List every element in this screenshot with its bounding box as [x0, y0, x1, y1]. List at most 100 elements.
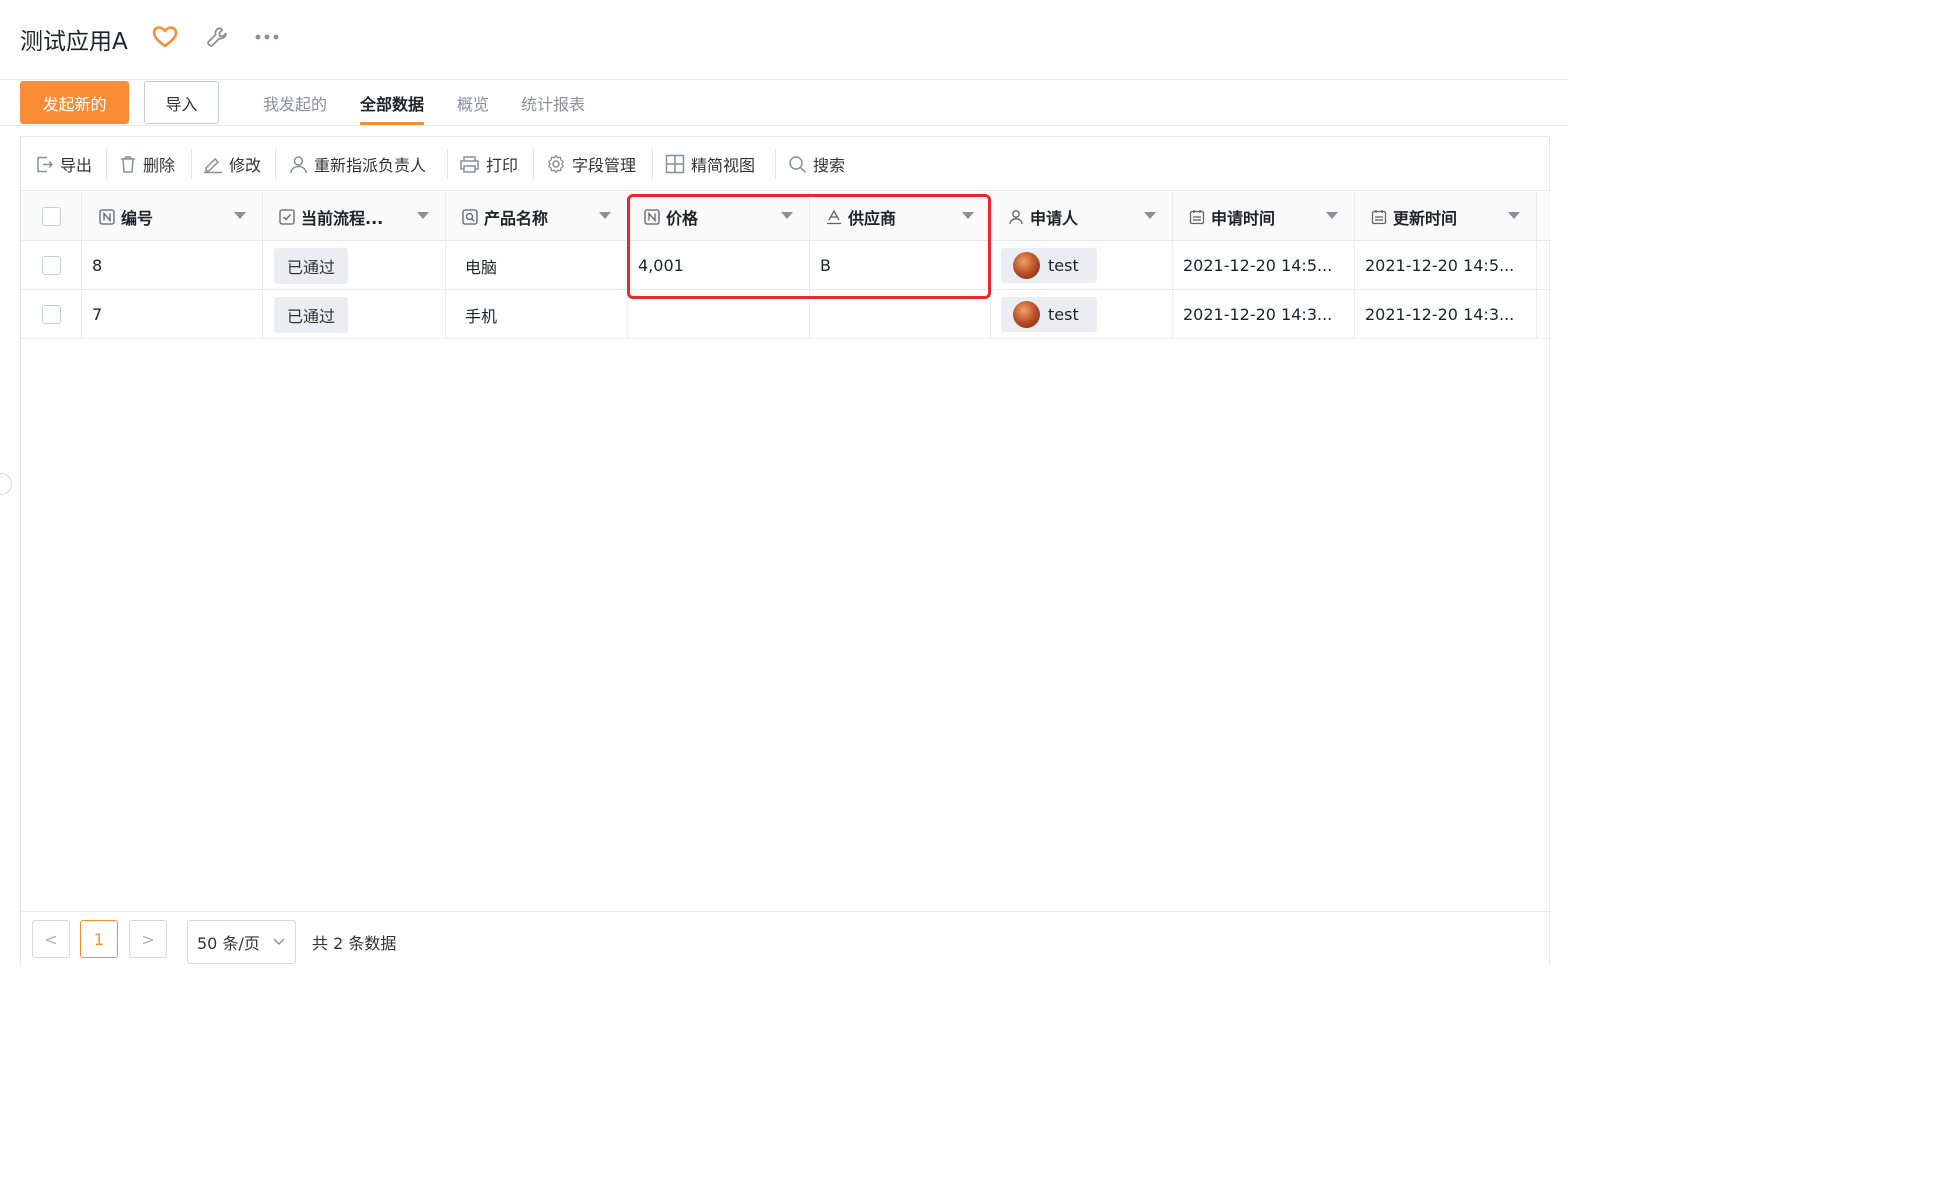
- sidebar-collapse-handle[interactable]: [0, 473, 12, 495]
- number-field-icon: [99, 208, 115, 225]
- cell-updated-at: 2021-12-20 14:5...: [1355, 241, 1537, 290]
- column-menu-icon[interactable]: [962, 212, 974, 219]
- toolbar: 导出 删除 修改 重新指派负责人 打印 字段管理 精简视图 搜索: [21, 137, 1551, 191]
- column-menu-icon[interactable]: [417, 212, 429, 219]
- gear-icon: [548, 154, 564, 174]
- data-panel: 导出 删除 修改 重新指派负责人 打印 字段管理 精简视图 搜索 编号 当前流程…: [20, 136, 1551, 965]
- action-bar: 发起新的 导入 我发起的 全部数据 概览 统计报表: [0, 80, 1568, 126]
- heart-icon[interactable]: [151, 23, 179, 51]
- column-menu-icon[interactable]: [1508, 212, 1520, 219]
- toolbar-divider: [106, 149, 107, 179]
- printer-icon: [460, 155, 479, 173]
- calendar-icon: [1189, 209, 1205, 224]
- column-menu-icon[interactable]: [1326, 212, 1338, 219]
- prev-page-button[interactable]: <: [32, 920, 70, 958]
- cell-applicant: test: [991, 290, 1173, 339]
- create-new-button[interactable]: 发起新的: [20, 81, 129, 124]
- cell-id: 7: [82, 290, 263, 339]
- cell-product: 手机: [446, 290, 628, 339]
- export-icon: [37, 156, 54, 172]
- cell-status: 已通过: [263, 290, 446, 339]
- number-field-icon: [644, 208, 660, 225]
- person-field-icon: [1009, 209, 1023, 224]
- tab-overview[interactable]: 概览: [457, 91, 489, 125]
- field-manage-label: 字段管理: [572, 156, 637, 175]
- row-select-cell: [21, 241, 82, 290]
- column-menu-icon[interactable]: [234, 212, 246, 219]
- cell-supplier: B: [810, 241, 991, 290]
- column-menu-icon[interactable]: [599, 212, 611, 219]
- column-header-applicant[interactable]: 申请人: [991, 192, 1173, 241]
- column-menu-icon[interactable]: [1144, 212, 1156, 219]
- search-label: 搜索: [813, 156, 846, 175]
- cell-applicant: test: [991, 241, 1173, 290]
- column-header-price[interactable]: 价格: [628, 192, 810, 241]
- search-icon: [789, 155, 807, 173]
- table-row[interactable]: 8 已通过 电脑 4,001 B test 2021-12-20 14:5...…: [21, 241, 1551, 290]
- toolbar-divider: [775, 149, 776, 179]
- user-chip[interactable]: test: [1001, 297, 1097, 332]
- trash-icon: [121, 155, 135, 173]
- delete-label: 删除: [143, 156, 176, 175]
- column-menu-icon[interactable]: [781, 212, 793, 219]
- cell-id: 8: [82, 241, 263, 290]
- cell-updated-at: 2021-12-20 14:3...: [1355, 290, 1537, 339]
- cell-applied-at: 2021-12-20 14:3...: [1173, 290, 1355, 339]
- calendar-icon: [1371, 209, 1387, 224]
- table-row[interactable]: 7 已通过 手机 test 2021-12-20 14:3... 2021-12…: [21, 290, 1551, 339]
- total-count: 共 2 条数据: [312, 934, 397, 953]
- column-header-product[interactable]: 产品名称: [446, 192, 628, 241]
- field-manage-button[interactable]: 字段管理: [546, 151, 636, 177]
- print-label: 打印: [486, 156, 519, 175]
- avatar: [1013, 301, 1040, 328]
- delete-button[interactable]: 删除: [119, 151, 175, 177]
- row-checkbox[interactable]: [41, 256, 61, 275]
- select-all-checkbox[interactable]: [41, 207, 61, 226]
- compact-view-label: 精简视图: [691, 156, 756, 175]
- grid-icon: [665, 154, 685, 174]
- status-badge: 已通过: [274, 296, 349, 333]
- toolbar-divider: [652, 149, 653, 179]
- column-header-status[interactable]: 当前流程...: [263, 192, 446, 241]
- column-header-applied-at[interactable]: 申请时间: [1173, 192, 1355, 241]
- avatar: [1013, 252, 1040, 279]
- user-chip[interactable]: test: [1001, 248, 1097, 283]
- text-field-icon: [827, 209, 841, 224]
- column-header-updated-at[interactable]: 更新时间: [1355, 192, 1537, 241]
- reassign-label: 重新指派负责人: [314, 156, 427, 175]
- page-number-button[interactable]: 1: [80, 920, 118, 958]
- cell-price: 4,001: [628, 241, 810, 290]
- cell-applied-at: 2021-12-20 14:5...: [1173, 241, 1355, 290]
- toolbar-divider: [447, 149, 448, 179]
- row-checkbox[interactable]: [41, 305, 61, 324]
- page-size-select[interactable]: 50 条/页: [187, 920, 296, 964]
- toolbar-divider: [533, 149, 534, 179]
- export-button[interactable]: 导出: [35, 151, 92, 177]
- compact-view-button[interactable]: 精简视图: [665, 151, 755, 177]
- edit-icon: [204, 157, 222, 173]
- more-icon[interactable]: [253, 23, 281, 51]
- cell-price: [628, 290, 810, 339]
- column-header-supplier[interactable]: 供应商: [810, 192, 991, 241]
- edit-button[interactable]: 修改: [203, 151, 261, 177]
- select-all-cell: [21, 192, 82, 241]
- search-button[interactable]: 搜索: [788, 151, 845, 177]
- cell-product: 电脑: [446, 241, 628, 290]
- toolbar-divider: [275, 149, 276, 179]
- print-button[interactable]: 打印: [459, 151, 518, 177]
- next-page-button[interactable]: >: [129, 920, 167, 958]
- tab-statistics[interactable]: 统计报表: [521, 91, 585, 125]
- import-button[interactable]: 导入: [144, 81, 219, 124]
- reassign-button[interactable]: 重新指派负责人: [289, 151, 426, 177]
- user-icon: [290, 155, 307, 173]
- checkbox-field-icon: [279, 208, 295, 225]
- wrench-icon[interactable]: [203, 23, 231, 51]
- app-header: 测试应用A: [0, 0, 1568, 80]
- tab-all-data[interactable]: 全部数据: [360, 91, 425, 125]
- table-header: 编号 当前流程... 产品名称 价格 供应商 申请人 申请时间 更新时间: [21, 192, 1551, 241]
- export-label: 导出: [60, 156, 93, 175]
- column-header-id[interactable]: 编号: [82, 192, 263, 241]
- row-select-cell: [21, 290, 82, 339]
- cell-supplier: [810, 290, 991, 339]
- tab-my-initiated[interactable]: 我发起的: [263, 91, 327, 125]
